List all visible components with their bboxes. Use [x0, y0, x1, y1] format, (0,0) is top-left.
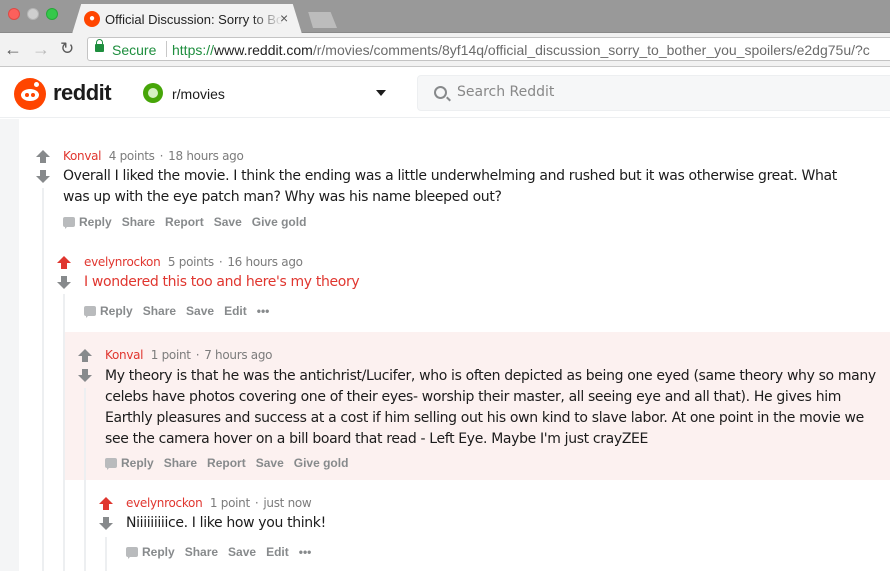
- comment-time[interactable]: 18 hours ago: [168, 149, 244, 163]
- window-minimize-button[interactable]: [27, 8, 39, 20]
- upvote-arrow-icon[interactable]: [99, 497, 113, 511]
- window-maximize-button[interactable]: [46, 8, 58, 20]
- comment-points: 4 points: [108, 149, 155, 163]
- give-gold-button[interactable]: Give gold: [252, 215, 307, 229]
- comment-bubble-icon: [63, 217, 75, 229]
- downvote-arrow-icon[interactable]: [99, 517, 113, 531]
- comment-author[interactable]: Konval: [105, 348, 144, 362]
- report-button[interactable]: Report: [207, 456, 246, 470]
- search-icon: [434, 86, 447, 99]
- comment-meta: Konval 4 points · 18 hours ago: [63, 149, 244, 163]
- comment-points: 5 points: [167, 255, 214, 269]
- reddit-logo-icon[interactable]: [14, 78, 46, 110]
- url-host: www.reddit.com: [214, 42, 313, 58]
- subreddit-name[interactable]: r/movies: [172, 86, 225, 102]
- comment-time[interactable]: just now: [263, 496, 311, 510]
- browser-toolbar: ← → ↻ Secure https://www.reddit.com/r/mo…: [0, 33, 890, 67]
- save-button[interactable]: Save: [186, 304, 214, 318]
- save-button[interactable]: Save: [214, 215, 242, 229]
- edit-button[interactable]: Edit: [224, 304, 247, 318]
- comment-bubble-icon: [105, 458, 117, 470]
- url-path: /r/movies/comments/8yf14q/official_discu…: [312, 42, 870, 58]
- reply-button[interactable]: Reply: [105, 456, 154, 470]
- save-button[interactable]: Save: [256, 456, 284, 470]
- comment-meta: evelynrockon 1 point · just now: [126, 496, 312, 510]
- more-options-icon[interactable]: •••: [257, 304, 270, 318]
- tab-close-icon[interactable]: ×: [280, 10, 288, 26]
- upvote-arrow-icon[interactable]: [78, 349, 92, 363]
- reddit-wordmark[interactable]: reddit: [53, 80, 112, 106]
- reddit-header: reddit r/movies: [0, 68, 890, 118]
- comment-points: 1 point: [150, 348, 191, 362]
- upvote-arrow-icon[interactable]: [57, 256, 71, 270]
- comment-body: My theory is that he was the antichrist/…: [105, 368, 876, 447]
- comment-time[interactable]: 7 hours ago: [204, 348, 272, 362]
- comment-meta: Konval 1 point · 7 hours ago: [105, 348, 273, 362]
- left-gutter: [0, 119, 19, 571]
- lock-icon: [95, 39, 104, 52]
- comment-body: Overall I liked the movie. I think the e…: [63, 168, 837, 205]
- forward-arrow-icon[interactable]: →: [32, 39, 50, 60]
- reply-button[interactable]: Reply: [126, 545, 175, 559]
- search-box[interactable]: [417, 75, 890, 111]
- thread-line[interactable]: [105, 537, 107, 571]
- url-scheme: https://: [172, 42, 215, 58]
- downvote-arrow-icon[interactable]: [78, 369, 92, 383]
- comment-author[interactable]: evelynrockon: [126, 496, 203, 510]
- reply-button[interactable]: Reply: [63, 215, 112, 229]
- give-gold-button[interactable]: Give gold: [294, 456, 349, 470]
- url-text[interactable]: https://www.reddit.com/r/movies/comments…: [172, 42, 870, 58]
- comment-actions: Reply Share Report Save Give gold: [63, 215, 316, 229]
- reply-button[interactable]: Reply: [84, 304, 133, 318]
- comment-meta: evelynrockon 5 points · 16 hours ago: [84, 255, 303, 269]
- report-button[interactable]: Report: [165, 215, 204, 229]
- address-separator: [166, 41, 167, 57]
- comment-actions: Reply Share Save Edit •••: [84, 304, 279, 318]
- window-close-button[interactable]: [8, 8, 20, 20]
- reddit-favicon-icon: ●: [84, 11, 100, 27]
- search-input[interactable]: [457, 84, 857, 100]
- comment-time[interactable]: 16 hours ago: [227, 255, 303, 269]
- comment-author[interactable]: evelynrockon: [84, 255, 161, 269]
- edit-button[interactable]: Edit: [266, 545, 289, 559]
- share-button[interactable]: Share: [185, 545, 218, 559]
- share-button[interactable]: Share: [164, 456, 197, 470]
- subreddit-icon: [143, 83, 163, 103]
- comment-actions: Reply Share Save Edit •••: [126, 545, 321, 559]
- browser-tab-active[interactable]: ● Official Discussion: Sorry to Bother Y…: [72, 4, 302, 34]
- more-options-icon[interactable]: •••: [299, 545, 312, 559]
- chevron-down-icon[interactable]: [376, 90, 386, 96]
- comment-points: 1 point: [209, 496, 250, 510]
- secure-label: Secure: [112, 42, 157, 58]
- downvote-arrow-icon[interactable]: [36, 170, 50, 184]
- downvote-arrow-icon[interactable]: [57, 276, 71, 290]
- comment-body: I wondered this too and here's my theory: [84, 274, 360, 290]
- comment-body: Niiiiiiiiice. I like how you think!: [126, 515, 326, 531]
- upvote-arrow-icon[interactable]: [36, 150, 50, 164]
- thread-line[interactable]: [63, 294, 65, 571]
- thread-line[interactable]: [42, 188, 44, 571]
- address-bar[interactable]: Secure https://www.reddit.com/r/movies/c…: [87, 37, 890, 61]
- browser-tab-bar: ● Official Discussion: Sorry to Bother Y…: [0, 0, 890, 33]
- back-arrow-icon[interactable]: ←: [4, 39, 22, 60]
- new-tab-button[interactable]: [308, 12, 337, 28]
- share-button[interactable]: Share: [122, 215, 155, 229]
- tab-title: Official Discussion: Sorry to Bother You: [105, 12, 283, 27]
- comment-actions: Reply Share Report Save Give gold: [105, 456, 358, 470]
- save-button[interactable]: Save: [228, 545, 256, 559]
- comment-bubble-icon: [84, 306, 96, 318]
- reload-icon[interactable]: ↻: [60, 39, 74, 59]
- thread-line[interactable]: [84, 388, 86, 571]
- share-button[interactable]: Share: [143, 304, 176, 318]
- comment-author[interactable]: Konval: [63, 149, 102, 163]
- comment-bubble-icon: [126, 547, 138, 559]
